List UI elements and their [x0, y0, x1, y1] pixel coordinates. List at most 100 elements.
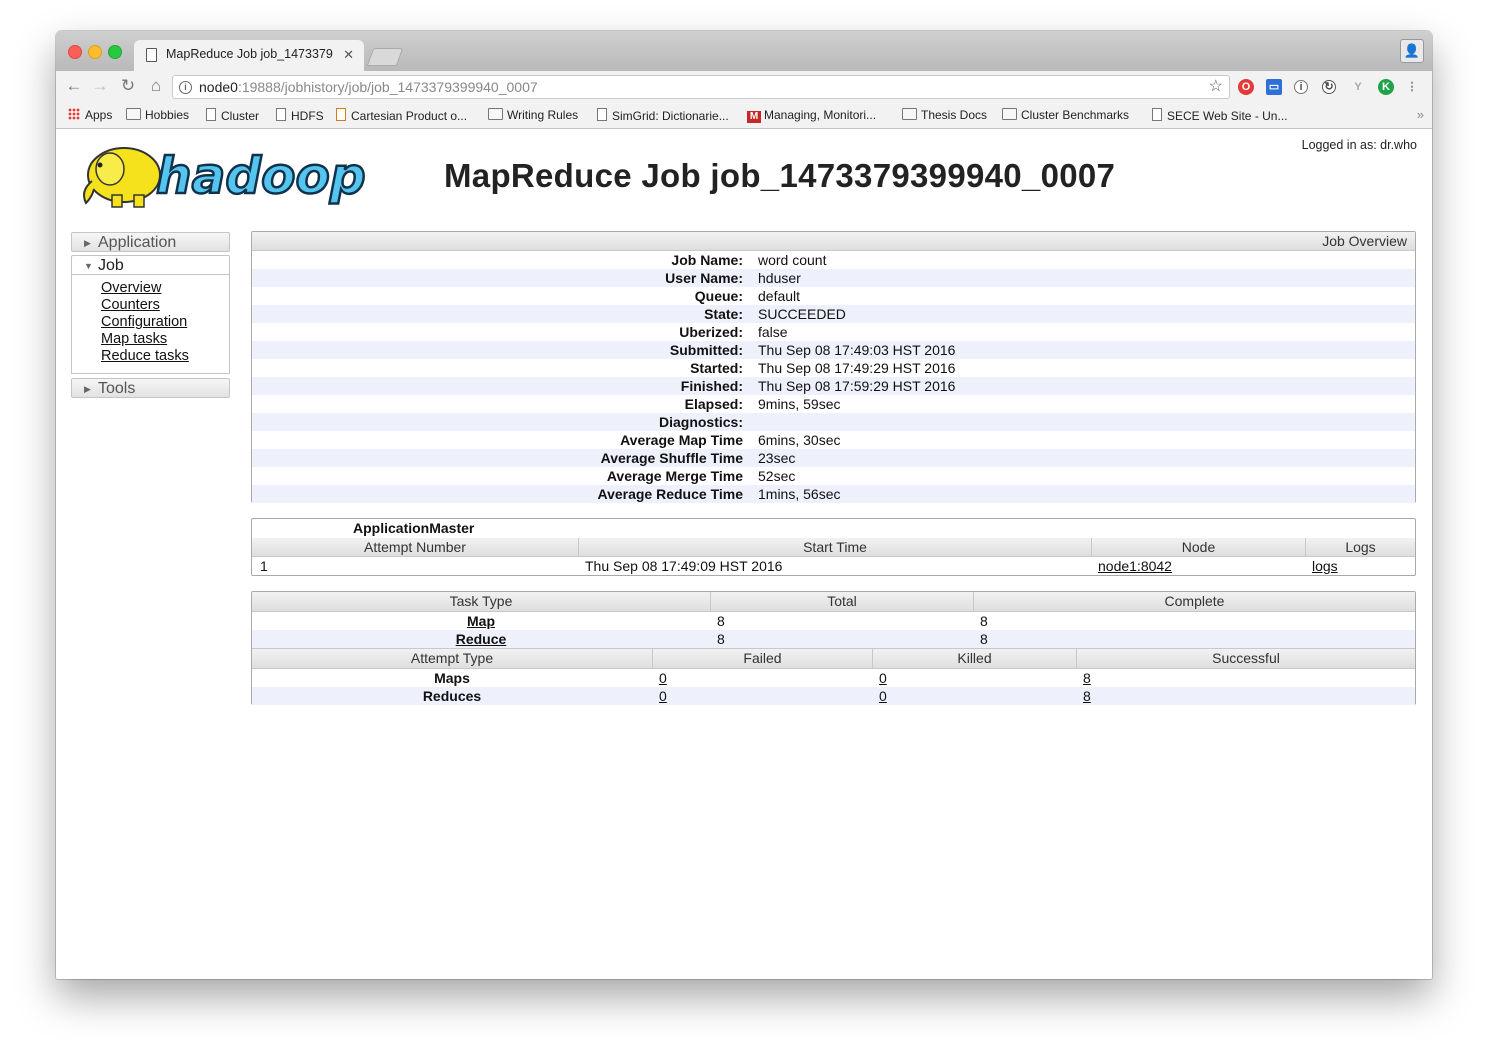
nav-application[interactable]: ▶ Application: [71, 232, 230, 252]
table-row: Maps 0 0 8: [434, 669, 1091, 687]
m-logo-icon: M: [747, 111, 761, 123]
info-icon[interactable]: i: [179, 81, 192, 94]
more-bookmarks-icon[interactable]: »: [1417, 107, 1424, 122]
caret-right-icon: ▶: [84, 384, 91, 394]
address-bar[interactable]: i node0:19888/jobhistory/job/job_1473379…: [172, 75, 1230, 99]
tasks-header-row: Task Type Total Complete: [252, 592, 1415, 612]
column-header: Attempt Type: [410, 650, 494, 666]
bookmark-simgrid[interactable]: SimGrid: Dictionarie...: [597, 108, 729, 123]
column-header: Complete: [973, 592, 1415, 611]
folder-icon: [126, 108, 141, 120]
column-header: Logs: [1305, 538, 1415, 556]
nav-tools[interactable]: ▶ Tools: [71, 378, 230, 398]
bookmark-cluster[interactable]: Cluster: [206, 108, 259, 123]
link-overview[interactable]: Overview: [101, 280, 229, 297]
hadoop-elephant-logo: hadoop: [83, 146, 367, 208]
logs-link[interactable]: logs: [1312, 557, 1338, 575]
forward-arrow-icon[interactable]: →: [90, 76, 110, 96]
table-row: Average Merge Time 52sec: [606, 468, 796, 484]
table-row: Job Name: word count: [671, 252, 827, 268]
folder-icon: [1002, 108, 1017, 120]
link-reduce-tasks[interactable]: Reduce tasks: [101, 348, 229, 365]
link-map-tasks[interactable]: Map tasks: [101, 331, 229, 348]
page-icon: [276, 108, 286, 121]
antenna-extension-icon[interactable]: Y: [1350, 79, 1366, 95]
side-navigation: ▶ Application ▼ Job Overview Counters Conf…: [71, 232, 230, 398]
browser-window: MapReduce Job job_1473379 ✕ 👤 ← → ↻ ⌂ i …: [56, 31, 1432, 979]
new-tab-button[interactable]: [366, 48, 404, 66]
link-configuration[interactable]: Configuration: [101, 314, 229, 331]
table-row: 1 Thu Sep 08 17:49:09 HST 2016 node1:804…: [260, 557, 1338, 575]
successful-maps-link[interactable]: 8: [1083, 669, 1091, 687]
failed-maps-link[interactable]: 0: [659, 669, 667, 687]
bookmark-hdfs[interactable]: HDFS: [276, 108, 324, 123]
caret-right-icon: ▶: [84, 238, 91, 248]
job-overview-table: Job Overview Job Name: word count User Na…: [251, 231, 1416, 503]
column-header: Start Time: [578, 538, 1091, 556]
bookmark-apps[interactable]: Apps: [68, 108, 112, 122]
node-link[interactable]: node1:8042: [1098, 557, 1172, 575]
opera-extension-icon[interactable]: O: [1238, 79, 1254, 95]
table-row: Diagnostics:: [252, 413, 1415, 431]
bookmark-managing[interactable]: M Managing, Monitori...: [747, 108, 876, 123]
column-header: Attempt Number: [364, 539, 466, 555]
folder-icon: [902, 108, 917, 120]
reduce-tasks-link[interactable]: Reduce: [252, 630, 710, 648]
bookmark-writing-rules[interactable]: Writing Rules: [488, 108, 578, 122]
column-header: Killed: [872, 649, 1076, 668]
info-extension-icon[interactable]: i: [1294, 80, 1308, 94]
table-row: Elapsed: 9mins, 59sec: [684, 396, 841, 412]
page-icon: [597, 108, 607, 121]
table-row: Reduces 0 0 8: [252, 687, 1415, 705]
profile-icon[interactable]: 👤: [1400, 39, 1424, 63]
attempts-header-row: Attempt Type Failed Killed Successful: [252, 648, 1415, 669]
bookmark-star-icon[interactable]: ☆: [1209, 76, 1223, 98]
table-row: Map 8 8: [252, 612, 1415, 630]
title-bar: MapReduce Job job_1473379 ✕ 👤: [56, 31, 1432, 71]
maximize-window-button[interactable]: [108, 45, 122, 59]
url-path: :19888/jobhistory/job/job_1473379399940_…: [237, 79, 538, 95]
bookmark-thesis-docs[interactable]: Thesis Docs: [902, 108, 987, 122]
column-header: Task Type: [449, 593, 513, 609]
page-title: MapReduce Job job_1473379399940_0007: [444, 157, 1116, 194]
successful-reduces-link[interactable]: 8: [1083, 687, 1091, 705]
home-icon[interactable]: ⌂: [146, 76, 166, 96]
page-icon: [336, 108, 346, 121]
table-row: Finished: Thu Sep 08 17:59:29 HST 2016: [252, 377, 1415, 395]
close-icon[interactable]: ✕: [343, 47, 354, 63]
table-row: State: SUCCEEDED: [252, 305, 1415, 323]
bookmark-sece[interactable]: SECE Web Site - Un...: [1152, 108, 1288, 123]
bookmark-cluster-benchmarks[interactable]: Cluster Benchmarks: [1002, 108, 1129, 122]
k-extension-icon[interactable]: K: [1378, 79, 1394, 95]
tasks-table: Task Type Total Complete Map 8 8 Reduce …: [251, 591, 1416, 705]
table-row: Queue: default: [694, 288, 801, 304]
reload-icon[interactable]: ↻: [118, 76, 138, 96]
menu-dots-icon[interactable]: ⋮: [1404, 79, 1420, 95]
tab-title: MapReduce Job job_1473379: [166, 47, 333, 61]
killed-maps-link[interactable]: 0: [879, 669, 887, 687]
bookmark-cartesian[interactable]: Cartesian Product o...: [336, 108, 467, 123]
browser-tab[interactable]: MapReduce Job job_1473379 ✕: [134, 40, 364, 71]
calendar-extension-icon[interactable]: ▭: [1266, 79, 1282, 95]
column-header: Failed: [652, 649, 872, 668]
url-host: node0: [199, 79, 238, 95]
folder-icon: [488, 108, 503, 120]
failed-reduces-link[interactable]: 0: [659, 687, 667, 705]
link-counters[interactable]: Counters: [101, 297, 229, 314]
browser-toolbar: ← → ↻ ⌂ i node0:19888/jobhistory/job/job…: [56, 71, 1432, 103]
back-arrow-icon[interactable]: ←: [64, 76, 84, 96]
svg-text:hadoop: hadoop: [156, 147, 366, 205]
table-row: Uberized: false: [679, 324, 788, 340]
minimize-window-button[interactable]: [88, 45, 102, 59]
column-header: Successful: [1076, 649, 1415, 668]
map-tasks-link[interactable]: Map: [252, 612, 710, 630]
nav-job[interactable]: ▼ Job: [71, 255, 230, 275]
am-title: ApplicationMaster: [353, 520, 475, 536]
close-window-button[interactable]: [68, 45, 82, 59]
sync-extension-icon[interactable]: ↻: [1322, 80, 1336, 94]
table-row: Submitted: Thu Sep 08 17:49:03 HST 2016: [252, 341, 1415, 359]
table-row: Average Reduce Time 1mins, 56sec: [252, 485, 1415, 503]
bookmark-hobbies[interactable]: Hobbies: [126, 108, 189, 122]
application-master-table: ApplicationMaster Attempt Number Start T…: [251, 518, 1416, 576]
killed-reduces-link[interactable]: 0: [879, 687, 887, 705]
